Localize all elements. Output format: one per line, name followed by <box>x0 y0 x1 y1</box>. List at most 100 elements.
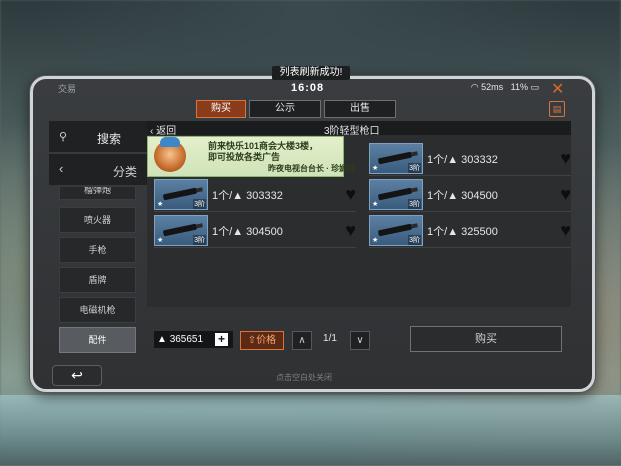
listing-item[interactable]: ★ 3阶 1个/▲ 303332 ♥ <box>369 143 571 176</box>
heart-icon[interactable]: ♥ <box>345 184 356 205</box>
background-floor <box>0 395 621 465</box>
star-icon: ★ <box>157 201 164 208</box>
tier-badge: 3阶 <box>408 163 421 173</box>
return-button[interactable]: ↩ <box>52 365 102 386</box>
battery-value: 11% <box>510 82 528 92</box>
listing-price: 1个/▲ 304500 <box>212 223 283 239</box>
tab-announce[interactable]: 公示 <box>249 100 321 118</box>
add-currency-button[interactable]: + <box>215 333 228 346</box>
heart-icon[interactable]: ♥ <box>560 184 571 205</box>
listing-item[interactable]: ★ 3阶 1个/▲ 304500 ♥ <box>369 179 571 212</box>
star-icon: ★ <box>157 237 164 244</box>
category-pistol[interactable]: 手枪 <box>59 237 136 263</box>
listing-price: 1个/▲ 303332 <box>212 187 283 203</box>
back-button[interactable]: ‹ 返回 <box>150 122 176 137</box>
coin-icon: ▲ <box>232 226 244 238</box>
star-icon: ★ <box>372 237 379 244</box>
category-flamethrower[interactable]: 喷火器 <box>59 207 136 233</box>
ad-banner[interactable]: 前来快乐101商会大楼3楼， 即可投放各类广告 昨夜电视台台长 · 珍妮特 <box>147 136 355 177</box>
item-thumbnail: ★ 3阶 <box>154 215 208 246</box>
record-icon[interactable]: ▤ <box>549 101 565 117</box>
wifi-icon: ◠ <box>470 82 479 92</box>
page-next-button[interactable]: ∨ <box>350 331 370 350</box>
refresh-toast: 列表刷新成功! <box>272 66 350 80</box>
item-thumbnail: ★ 3阶 <box>369 143 423 174</box>
sort-price-button[interactable]: ⇧价格 <box>240 331 284 350</box>
status-bar: ◠ 52ms 11% ▭ <box>471 82 539 93</box>
category-railgun[interactable]: 电磁机枪 <box>59 297 136 323</box>
tab-sell[interactable]: 出售 <box>324 100 396 118</box>
listing-item[interactable]: ★ 3阶 1个/▲ 325500 ♥ <box>369 215 571 248</box>
quantity-label: 1个/ <box>427 226 448 238</box>
tab-buy[interactable]: 购买 <box>196 100 246 118</box>
ping-value: 52ms <box>481 82 504 92</box>
tier-badge: 3阶 <box>193 199 206 209</box>
chevron-up-icon: ∧ <box>298 335 306 346</box>
sort-up-icon: ⇧ <box>247 335 257 346</box>
return-icon: ↩ <box>71 367 83 383</box>
tab-bar: 购买 公示 出售 <box>196 100 396 118</box>
quantity-label: 1个/ <box>427 190 448 202</box>
price-value: 303332 <box>246 190 283 202</box>
category-label: 分类 <box>113 165 138 179</box>
category-toggle[interactable]: ‹ 分类 <box>49 154 147 185</box>
muzzle-icon <box>377 223 413 237</box>
listing-item[interactable]: ★ 3阶 1个/▲ 304500 ♥ <box>154 215 356 248</box>
tier-badge: 3阶 <box>408 235 421 245</box>
quantity-label: 1个/ <box>212 190 233 202</box>
close-icon[interactable]: ✕ <box>551 79 564 99</box>
sort-price-label: 价格 <box>256 335 277 346</box>
price-value: 304500 <box>461 190 498 202</box>
page-indicator: 1/1 <box>323 333 337 344</box>
divider <box>369 211 571 212</box>
muzzle-icon <box>377 151 413 165</box>
coin-icon: ▲ <box>157 334 167 345</box>
price-value: 304500 <box>246 226 283 238</box>
page-prev-button[interactable]: ∧ <box>292 331 312 350</box>
quantity-label: 1个/ <box>427 154 448 166</box>
tier-badge: 3阶 <box>193 235 206 245</box>
chevron-down-icon: ∨ <box>356 335 364 346</box>
price-value: 303332 <box>461 154 498 166</box>
ad-line-3: 昨夜电视台台长 · 珍妮特 <box>268 164 356 173</box>
price-value: 325500 <box>461 226 498 238</box>
item-thumbnail: ★ 3阶 <box>154 179 208 210</box>
listing-price: 1个/▲ 304500 <box>427 187 498 203</box>
divider <box>154 211 356 212</box>
heart-icon[interactable]: ♥ <box>345 220 356 241</box>
divider <box>154 247 356 248</box>
search-label: 搜索 <box>97 132 122 146</box>
window-title: 交易 <box>58 84 77 94</box>
clock: 16:08 <box>291 82 325 94</box>
heart-icon[interactable]: ♥ <box>560 220 571 241</box>
item-thumbnail: ★ 3阶 <box>369 179 423 210</box>
mascot-icon <box>154 137 186 172</box>
ad-line-2: 即可投放各类广告 <box>208 152 281 162</box>
coin-icon: ▲ <box>447 154 459 166</box>
search-icon: ⚲ <box>59 131 68 143</box>
listing-item[interactable]: ★ 3阶 1个/▲ 303332 ♥ <box>154 179 356 212</box>
category-shield[interactable]: 盾牌 <box>59 267 136 293</box>
item-thumbnail: ★ 3阶 <box>369 215 423 246</box>
heart-icon[interactable]: ♥ <box>560 148 571 169</box>
coin-icon: ▲ <box>232 190 244 202</box>
coin-icon: ▲ <box>447 226 459 238</box>
quantity-label: 1个/ <box>212 226 233 238</box>
category-grenade-launcher[interactable]: 榴弹炮 <box>59 187 136 200</box>
buy-button[interactable]: 购买 <box>410 326 562 352</box>
search-button[interactable]: ⚲ 搜索 <box>49 121 147 152</box>
listing-price: 1个/▲ 303332 <box>427 151 498 167</box>
muzzle-icon <box>162 187 198 201</box>
star-icon: ★ <box>372 201 379 208</box>
currency-value: 365651 <box>169 334 204 345</box>
listing-price: 1个/▲ 325500 <box>427 223 498 239</box>
tier-badge: 3阶 <box>408 199 421 209</box>
muzzle-icon <box>377 187 413 201</box>
battery-icon: ▭ <box>530 82 539 92</box>
page-title: 3阶轻型枪口 <box>324 126 380 137</box>
divider <box>369 175 571 176</box>
close-hint: 点击空白处关闭 <box>276 373 332 382</box>
category-accessories[interactable]: 配件 <box>59 327 136 353</box>
star-icon: ★ <box>372 165 379 172</box>
divider <box>369 247 571 248</box>
